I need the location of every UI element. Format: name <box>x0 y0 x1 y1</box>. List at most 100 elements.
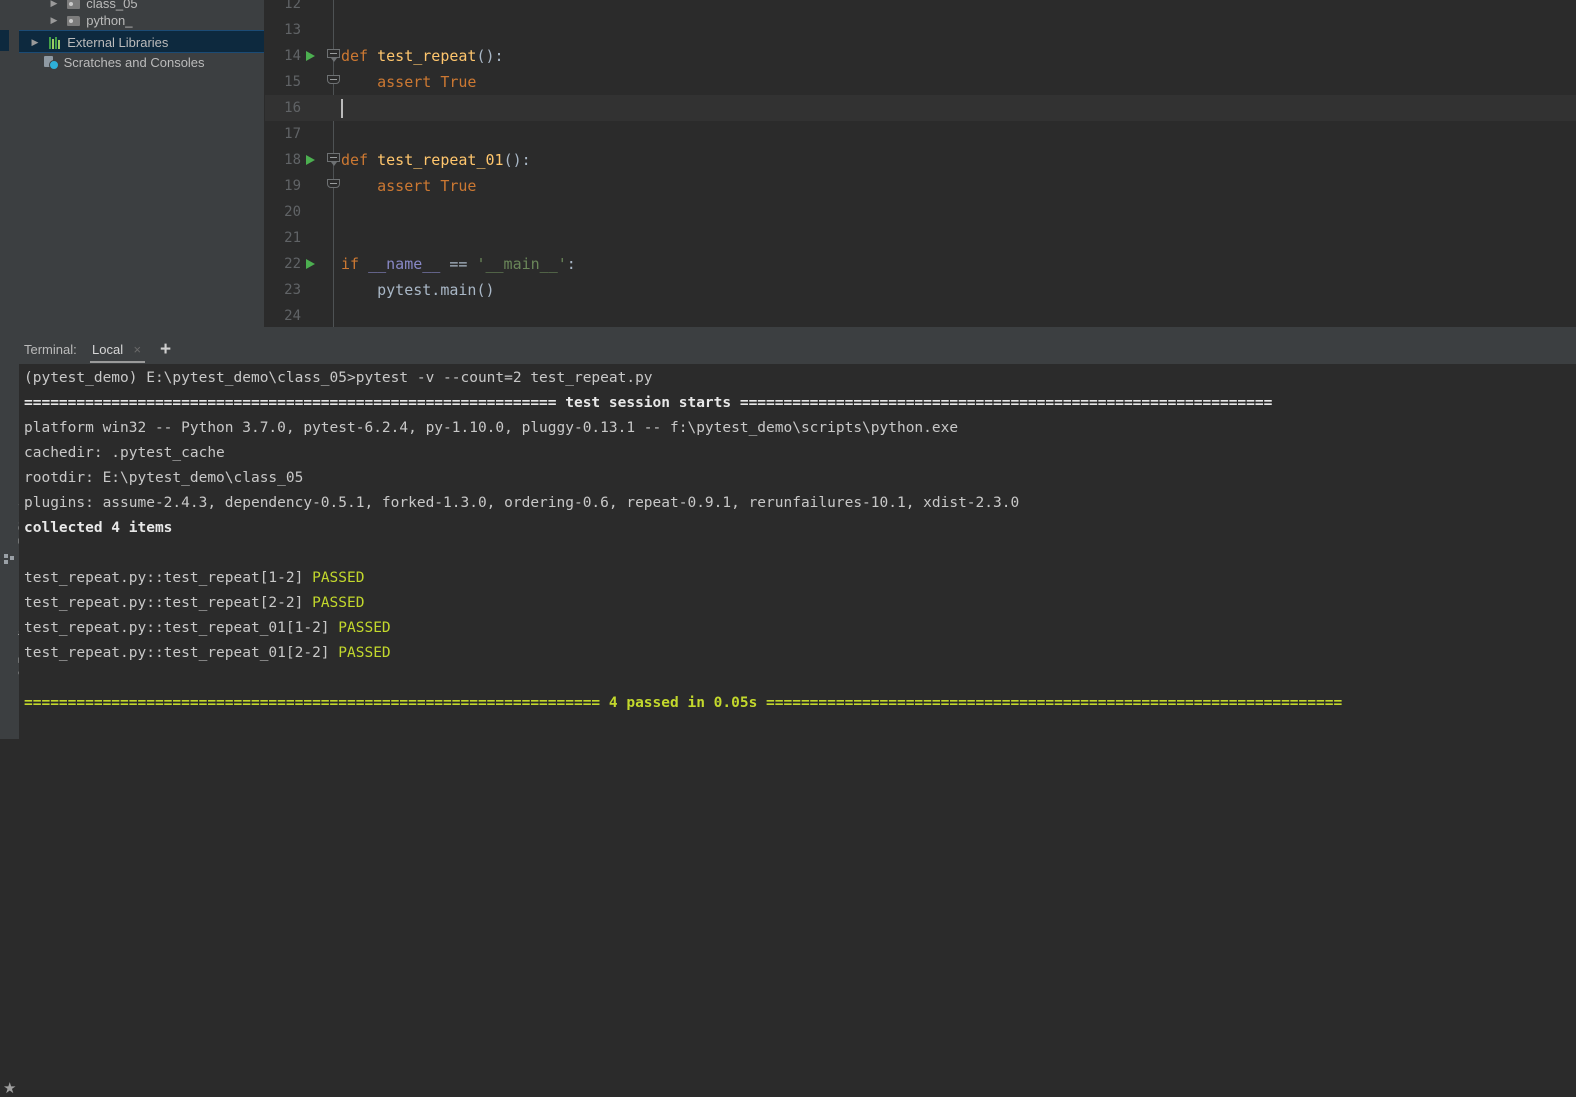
fold-start-icon[interactable] <box>327 49 340 62</box>
line-number: 12 <box>284 0 301 12</box>
punctuation: (): <box>476 47 504 65</box>
editor-line-current: 16 <box>265 95 1576 121</box>
line-number: 18 <box>284 152 301 168</box>
text-caret <box>341 99 343 118</box>
active-tab-underline <box>90 361 145 363</box>
line-number: 17 <box>284 126 301 142</box>
editor-line: 20 <box>265 199 1576 225</box>
editor-line: 23 pytest.main() <box>265 277 1576 303</box>
terminal-line-prompt: (pytest_demo) E:\pytest_demo\class_05>py… <box>24 370 653 386</box>
horizontal-splitter[interactable] <box>0 327 1576 335</box>
terminal-line-cachedir: cachedir: .pytest_cache <box>24 445 225 461</box>
terminal-line-test-result: test_repeat.py::test_repeat[1-2] PASSED <box>24 566 364 591</box>
function-name: test_repeat_01 <box>377 151 504 169</box>
left-toolbar-strip-bottom: 7: Structure 2: Favorites ★ <box>0 364 29 1096</box>
test-id: test_repeat.py::test_repeat[2-2] <box>24 595 313 611</box>
line-number: 21 <box>284 230 301 246</box>
tree-item-label: python_ <box>86 13 133 29</box>
literal-true: True <box>440 73 477 91</box>
string-main: '__main__' <box>476 255 567 273</box>
run-test-icon[interactable] <box>306 155 315 165</box>
line-number: 16 <box>284 100 301 116</box>
keyword-assert: assert <box>377 177 432 195</box>
fold-start-icon[interactable] <box>327 153 340 166</box>
terminal-line-rootdir: rootdir: E:\pytest_demo\class_05 <box>24 470 304 486</box>
editor-line: 18 def test_repeat_01(): <box>265 147 1576 173</box>
test-status: PASSED <box>338 645 391 661</box>
punctuation: (): <box>503 151 531 169</box>
function-name: test_repeat <box>377 47 477 65</box>
keyword-if: if <box>341 255 360 273</box>
terminal-tab-bar: Terminal: Local × + <box>0 335 1576 364</box>
fold-end-icon[interactable] <box>327 179 340 188</box>
editor-line: 12 <box>265 0 1576 17</box>
add-terminal-button[interactable]: + <box>160 335 171 364</box>
code-text: assert True <box>341 173 476 199</box>
terminal-line-plugins: plugins: assume-2.4.3, dependency-0.5.1,… <box>24 495 1020 511</box>
editor-line: 19 assert True <box>265 173 1576 199</box>
test-id: test_repeat.py::test_repeat[1-2] <box>24 570 313 586</box>
line-number: 14 <box>284 48 301 64</box>
line-number: 19 <box>284 178 301 194</box>
test-id: test_repeat.py::test_repeat_01[1-2] <box>24 620 339 636</box>
code-editor[interactable]: 12 13 14 def test_repeat(): 15 assert Tr… <box>265 0 1576 327</box>
keyword-def: def <box>341 47 369 65</box>
editor-line: 17 <box>265 121 1576 147</box>
terminal-line-summary: ========================================… <box>24 695 1343 711</box>
call-pytest-main: pytest.main() <box>377 281 495 299</box>
run-test-icon[interactable] <box>306 259 315 269</box>
test-status: PASSED <box>312 595 365 611</box>
keyword-assert: assert <box>377 73 432 91</box>
editor-line: 14 def test_repeat(): <box>265 43 1576 69</box>
colon: : <box>566 255 576 273</box>
line-number: 23 <box>284 282 301 298</box>
tree-item-scratches-and-consoles[interactable]: Scratches and Consoles <box>19 51 287 72</box>
folder-icon <box>65 10 83 31</box>
terminal-tab-local[interactable]: Local × <box>92 335 141 364</box>
terminal-line-collected: collected 4 items <box>24 520 173 536</box>
chevron-right-icon[interactable]: ▶ <box>28 32 42 53</box>
editor-line: 15 assert True <box>265 69 1576 95</box>
code-text: pytest.main() <box>341 277 495 303</box>
code-text: assert True <box>341 69 476 95</box>
editor-line: 13 <box>265 17 1576 43</box>
test-status: PASSED <box>338 620 391 636</box>
run-test-icon[interactable] <box>306 51 315 61</box>
terminal-line-platform: platform win32 -- Python 3.7.0, pytest-6… <box>24 420 959 436</box>
tree-item-label: Scratches and Consoles <box>63 55 205 71</box>
project-tool-window[interactable]: ▶ class_05 ▶ python_ ▶ External Librarie… <box>19 0 273 327</box>
terminal-line-session-header: ========================================… <box>24 395 1273 411</box>
star-icon: ★ <box>3 1080 17 1097</box>
library-bars-icon <box>46 32 64 53</box>
code-text: if __name__ == '__main__': <box>341 251 576 277</box>
tree-item-python_[interactable]: ▶ python_ <box>19 9 292 30</box>
structure-icon <box>4 554 15 565</box>
fold-end-icon[interactable] <box>327 75 340 84</box>
terminal-output[interactable]: (pytest_demo) E:\pytest_demo\class_05>py… <box>19 364 1576 739</box>
terminal-line-test-result: test_repeat.py::test_repeat_01[2-2] PASS… <box>24 641 391 666</box>
selection-edge-marker <box>0 30 9 51</box>
line-number: 15 <box>284 74 301 90</box>
code-text: def test_repeat(): <box>341 43 504 69</box>
upper-workspace: ▶ class_05 ▶ python_ ▶ External Librarie… <box>0 0 1576 335</box>
terminal-label: Terminal: <box>24 342 77 357</box>
terminal-line-test-result: test_repeat.py::test_repeat_01[1-2] PASS… <box>24 616 391 641</box>
line-number: 22 <box>284 256 301 272</box>
operator-eq: == <box>449 255 468 273</box>
keyword-def: def <box>341 151 369 169</box>
editor-line: 24 <box>265 303 1576 329</box>
editor-line: 21 <box>265 225 1576 251</box>
tree-item-external-libraries[interactable]: ▶ External Libraries <box>19 30 273 53</box>
scratches-icon <box>42 52 60 73</box>
editor-line: 22 if __name__ == '__main__': <box>265 251 1576 277</box>
line-number: 13 <box>284 22 301 38</box>
test-id: test_repeat.py::test_repeat_01[2-2] <box>24 645 339 661</box>
close-icon[interactable]: × <box>134 335 142 364</box>
tree-item-label: External Libraries <box>67 35 169 51</box>
code-text: def test_repeat_01(): <box>341 147 531 173</box>
test-status: PASSED <box>312 570 365 586</box>
chevron-right-icon[interactable]: ▶ <box>47 10 61 31</box>
literal-true: True <box>440 177 477 195</box>
dunder-name: __name__ <box>368 255 441 273</box>
terminal-tab-label: Local <box>92 342 124 357</box>
